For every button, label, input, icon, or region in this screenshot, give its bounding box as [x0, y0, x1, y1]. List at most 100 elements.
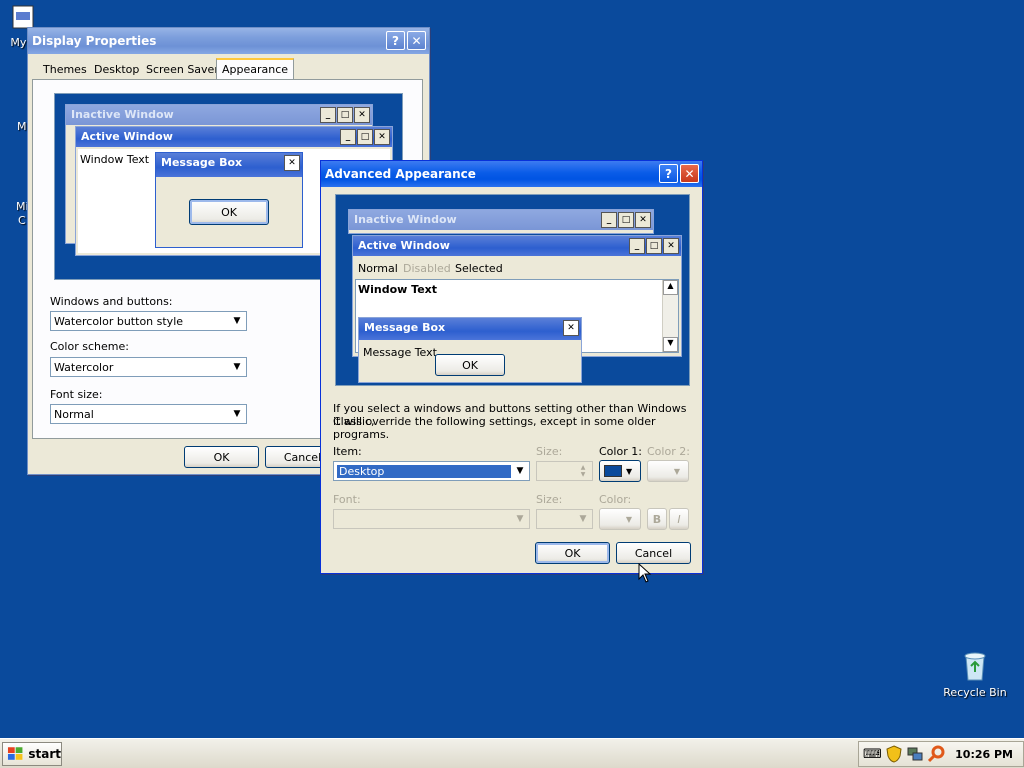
preview-active-title: Active Window — [81, 130, 173, 143]
chevron-down-icon: ▼ — [673, 466, 681, 476]
font-size-label: Size: — [536, 493, 563, 506]
recycle-bin-icon — [964, 652, 986, 681]
help-button[interactable]: ? — [659, 164, 678, 183]
close-button[interactable]: ✕ — [407, 31, 426, 50]
preview-message-box-title: Message Box — [161, 156, 243, 169]
chevron-down-icon: ▼ — [626, 466, 633, 476]
window-title: Advanced Appearance — [325, 167, 476, 181]
size-label: Size: — [536, 445, 563, 458]
font-size-label: Font size: — [50, 388, 103, 401]
preview-ok-button: OK — [435, 354, 505, 376]
clock[interactable]: 10:26 PM — [955, 748, 1013, 761]
font-select[interactable]: ▼ — [333, 509, 530, 529]
maximize-icon: □ — [646, 238, 662, 254]
network-icon[interactable] — [906, 745, 924, 763]
tab-appearance[interactable]: Appearance — [216, 58, 295, 80]
font-label: Font: — [333, 493, 361, 506]
chevron-down-icon: ▼ — [233, 362, 241, 372]
start-button[interactable]: start — [2, 742, 62, 766]
preview-menubar: Normal Disabled Selected — [353, 258, 681, 278]
preview-inactive-title: Inactive Window — [71, 108, 174, 121]
size-spinner[interactable]: ▲ ▼ — [536, 461, 593, 481]
chevron-down-icon: ▼ — [579, 514, 587, 524]
minimize-icon: _ — [629, 238, 645, 254]
ok-button[interactable]: OK — [184, 446, 259, 468]
minimize-icon: _ — [601, 212, 617, 228]
display-properties-titlebar[interactable]: Display Properties ? ✕ — [28, 28, 429, 54]
windows-logo-icon — [7, 747, 23, 760]
recycle-bin-desktop-icon[interactable]: Recycle Bin — [940, 650, 1010, 699]
desktop-icon-label: Recycle Bin — [943, 686, 1007, 699]
font-size-select[interactable]: ▼ — [536, 509, 593, 529]
color1-picker[interactable]: ▼ — [599, 460, 641, 482]
preview-ok-button: OK — [189, 199, 269, 225]
minimize-icon: _ — [340, 129, 356, 145]
color2-label: Color 2: — [647, 445, 690, 458]
keyboard-icon[interactable]: ⌨ — [863, 747, 882, 762]
tab-screen-saver[interactable]: Screen Saver — [141, 60, 224, 80]
windows-buttons-select[interactable]: Watercolor button style ▼ — [50, 311, 247, 331]
windows-buttons-label: Windows and buttons: — [50, 295, 173, 308]
close-icon: ✕ — [663, 238, 679, 254]
tab-desktop[interactable]: Desktop — [89, 60, 144, 80]
chevron-down-icon: ▼ — [516, 466, 524, 476]
preview-inactive-window: Inactive Window _ □ ✕ — [348, 209, 654, 234]
close-button[interactable]: ✕ — [680, 164, 699, 183]
preview-inactive-title: Inactive Window — [354, 213, 457, 226]
maximize-icon: □ — [337, 107, 353, 123]
cancel-button[interactable]: Cancel — [616, 542, 691, 564]
font-color-label: Color: — [599, 493, 632, 506]
chevron-down-icon: ▼ — [233, 409, 241, 419]
item-select[interactable]: Desktop ▼ — [333, 461, 530, 481]
start-label: start — [28, 747, 61, 761]
chevron-down-icon: ▼ — [625, 514, 633, 524]
color-scheme-label: Color scheme: — [50, 340, 129, 353]
item-label: Item: — [333, 445, 362, 458]
minimize-icon: _ — [320, 107, 336, 123]
color2-picker[interactable]: ▼ — [647, 460, 689, 482]
font-color-picker[interactable]: ▼ — [599, 508, 641, 530]
color-scheme-select[interactable]: Watercolor ▼ — [50, 357, 247, 377]
preview-window-text: Window Text — [358, 283, 438, 296]
scroll-up-icon: ▲ — [663, 280, 678, 295]
color-swatch — [604, 465, 622, 477]
maximize-icon: □ — [618, 212, 634, 228]
help-icon: ? — [392, 33, 399, 48]
spinner-icon: ▲ ▼ — [580, 464, 586, 478]
preview-message-text: Message Text — [363, 346, 437, 359]
preview-active-title: Active Window — [358, 239, 450, 252]
preview-window-text: Window Text — [80, 153, 150, 166]
close-icon: ✕ — [635, 212, 651, 228]
close-icon: ✕ — [411, 33, 422, 48]
help-button[interactable]: ? — [386, 31, 405, 50]
preview-message-box-title: Message Box — [364, 321, 446, 334]
close-icon: ✕ — [684, 166, 695, 181]
scroll-down-icon: ▼ — [663, 337, 678, 352]
italic-button[interactable]: I — [669, 508, 689, 530]
preview-message-box: Message Box ✕ OK — [155, 152, 303, 248]
close-icon: ✕ — [563, 320, 579, 336]
desktop-icon-label: C — [18, 214, 26, 227]
preview-menu-disabled: Disabled — [403, 262, 451, 275]
advanced-appearance-titlebar[interactable]: Advanced Appearance ? ✕ — [321, 161, 702, 187]
help-icon: ? — [665, 166, 672, 181]
close-icon: ✕ — [374, 129, 390, 145]
color1-label: Color 1: — [599, 445, 642, 458]
mouse-cursor-icon — [638, 563, 652, 583]
preview-scrollbar: ▲ ▼ — [662, 280, 678, 352]
taskbar: start ⌨ 10:26 PM — [0, 738, 1024, 768]
search-icon[interactable] — [927, 745, 946, 763]
advanced-preview: Inactive Window _ □ ✕ Active Window _ □ … — [335, 194, 690, 386]
ok-button[interactable]: OK — [535, 542, 610, 564]
tab-themes[interactable]: Themes — [38, 60, 92, 80]
security-shield-icon[interactable] — [886, 745, 902, 763]
info-text-line2: it will override the following settings,… — [333, 415, 656, 441]
chevron-down-icon: ▼ — [233, 316, 241, 326]
close-icon: ✕ — [284, 155, 300, 171]
desktop-icon-label: M — [17, 120, 27, 133]
font-size-select[interactable]: Normal ▼ — [50, 404, 247, 424]
bold-button[interactable]: B — [647, 508, 667, 530]
preview-menu-selected: Selected — [455, 262, 503, 275]
chevron-down-icon: ▼ — [516, 514, 524, 524]
maximize-icon: □ — [357, 129, 373, 145]
